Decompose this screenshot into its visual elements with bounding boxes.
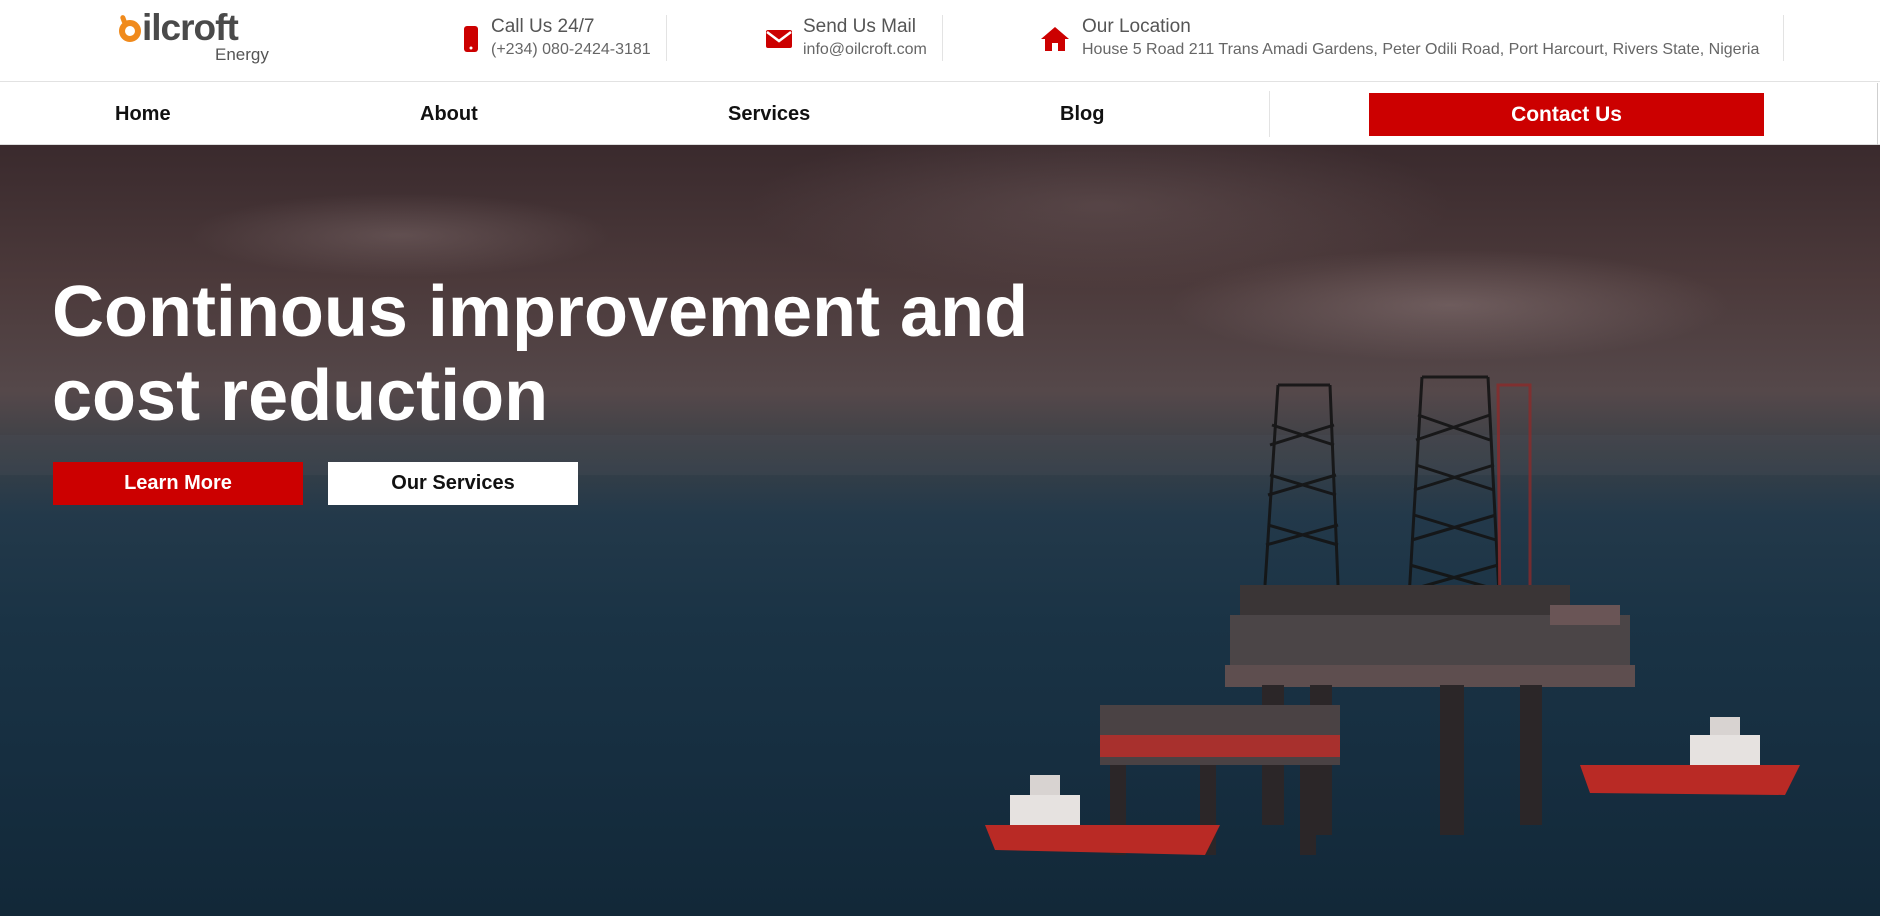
divider — [666, 15, 667, 61]
envelope-icon — [766, 30, 792, 48]
offshore-rig-illustration — [0, 375, 1880, 855]
location-address: House 5 Road 211 Trans Amadi Gardens, Pe… — [1082, 41, 1760, 58]
nav-home[interactable]: Home — [115, 103, 171, 126]
our-services-button[interactable]: Our Services — [328, 462, 578, 505]
learn-more-button[interactable]: Learn More — [53, 462, 303, 505]
hero-banner: Continous improvement and cost reduction… — [0, 145, 1880, 916]
logo-subtitle: Energy — [215, 45, 269, 64]
contact-us-button[interactable]: Contact Us — [1369, 93, 1764, 136]
logo-wordmark: ilcroft — [119, 7, 239, 48]
send-mail-block: Send Us Mail info@oilcroft.com — [765, 14, 945, 64]
top-info-bar: ilcroft Energy Call Us 24/7 (+234) 080-2… — [0, 0, 1880, 82]
phone-icon — [464, 26, 478, 52]
hero-title: Continous improvement and cost reduction — [52, 272, 1029, 436]
call-us-block: Call Us 24/7 (+234) 080-2424-3181 — [462, 14, 662, 64]
phone-number[interactable]: (+234) 080-2424-3181 — [491, 41, 651, 59]
location-block: Our Location House 5 Road 211 Trans Amad… — [1040, 14, 1780, 64]
nav-services[interactable]: Services — [728, 103, 810, 126]
nav-blog[interactable]: Blog — [1060, 103, 1104, 126]
divider — [1783, 15, 1784, 61]
logo-text: ilcroft — [142, 7, 239, 48]
divider — [1269, 91, 1270, 137]
logo-o-mark — [119, 20, 141, 42]
call-us-title: Call Us 24/7 — [491, 16, 595, 37]
divider — [942, 15, 943, 61]
email-address[interactable]: info@oilcroft.com — [803, 41, 927, 59]
send-mail-title: Send Us Mail — [803, 16, 916, 37]
location-title: Our Location — [1082, 16, 1191, 37]
main-nav: Home About Services Blog Contact Us — [0, 83, 1880, 145]
divider — [1877, 83, 1878, 145]
home-icon — [1041, 27, 1069, 51]
oilcroft-logo[interactable]: ilcroft Energy — [119, 8, 279, 64]
nav-about[interactable]: About — [420, 103, 478, 126]
